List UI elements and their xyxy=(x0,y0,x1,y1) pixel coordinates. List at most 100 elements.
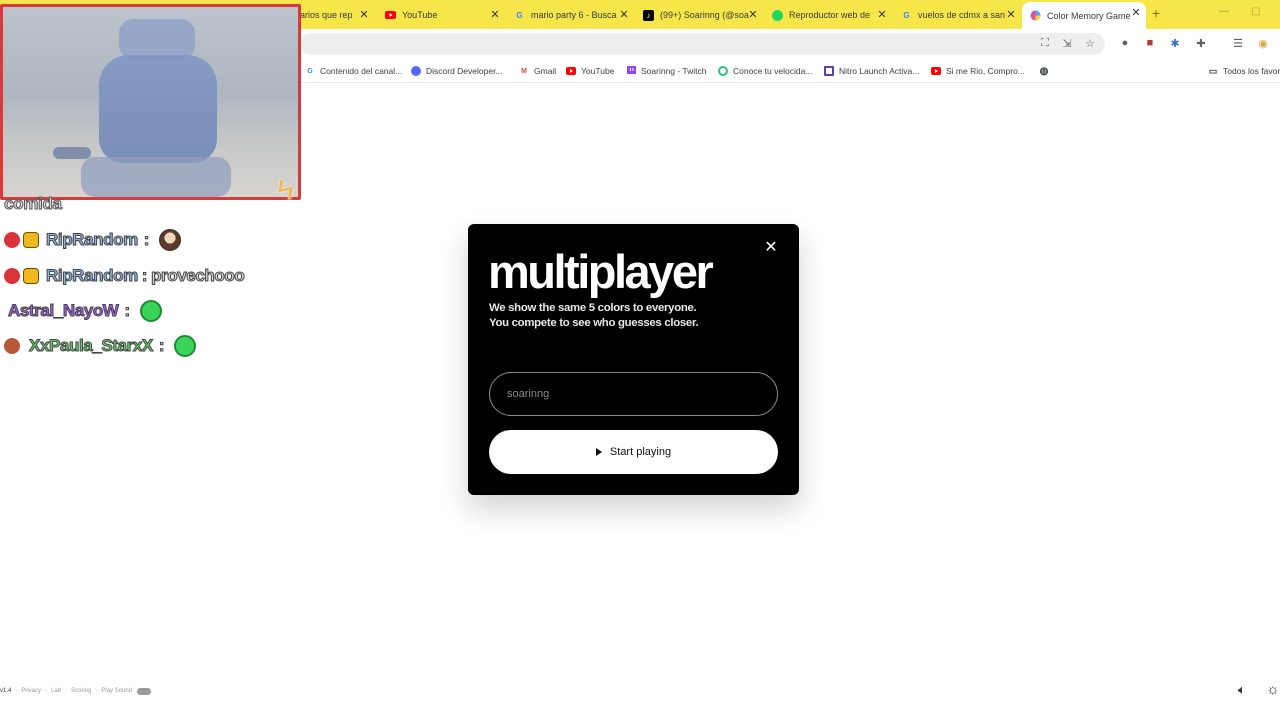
bookmark-label: Contenido del canal... xyxy=(320,66,403,76)
modal-description-line: We show the same 5 colors to everyone. xyxy=(489,302,697,314)
extension-pdf-icon[interactable]: ■ xyxy=(1143,37,1157,49)
bookmark-label: Nitro Launch Activa... xyxy=(839,66,920,76)
footer-link-lab[interactable]: Lab xyxy=(51,688,61,694)
chair-armrest xyxy=(53,147,91,159)
tab-2[interactable]: YouTube ✕ xyxy=(385,4,501,26)
google-icon: G xyxy=(307,67,313,75)
chat-separator: : xyxy=(124,301,131,321)
spotify-icon xyxy=(772,9,783,21)
tab-close-icon[interactable]: ✕ xyxy=(747,8,759,22)
extension-compass-icon[interactable]: ✱ xyxy=(1168,37,1182,50)
play-icon xyxy=(595,448,602,456)
bookmark-label: Conoce tu velocida... xyxy=(733,66,813,76)
tab-active[interactable]: Color Memory Game ✕ xyxy=(1022,2,1146,29)
all-bookmarks-label: Todos los favor xyxy=(1223,66,1280,76)
chat-message: XxPaula_StarxX : xyxy=(4,331,197,361)
bookmark-item[interactable]: Soarinng - Twitch xyxy=(626,64,707,78)
screen: arios que rep ✕ YouTube ✕ G mario party … xyxy=(0,0,1280,720)
tab-close-icon[interactable]: ✕ xyxy=(876,8,888,22)
footer-link-scoring[interactable]: Scoring xyxy=(71,688,91,694)
footer-separator: · xyxy=(45,688,48,694)
footer-separator: · xyxy=(65,688,68,694)
tab-close-icon[interactable]: ✕ xyxy=(618,8,630,22)
bookmark-item[interactable]: YouTube xyxy=(566,64,614,78)
bookmark-item[interactable]: Si me Rio, Compro... xyxy=(931,64,1025,78)
tab-1[interactable]: arios que rep ✕ xyxy=(300,4,370,26)
chat-message: RipRandom : provechooo xyxy=(4,261,246,291)
chair-backrest xyxy=(99,55,217,163)
install-app-icon[interactable]: ⇲ xyxy=(1060,37,1074,50)
twitch-icon xyxy=(626,66,636,76)
nitro-icon xyxy=(824,66,834,76)
modal-description-line: You compete to see who guesses closer. xyxy=(489,317,699,329)
youtube-icon xyxy=(385,10,396,21)
translate-icon[interactable]: ⛶ xyxy=(1038,37,1052,50)
close-icon[interactable]: ✕ xyxy=(764,240,778,256)
bookmark-item-globe[interactable]: ◍ xyxy=(1039,64,1054,78)
footer-link-privacy[interactable]: Privacy xyxy=(21,688,41,694)
bookmark-label: Si me Rio, Compro... xyxy=(946,66,1025,76)
chat-message-partial: comida xyxy=(4,194,63,214)
footer-separator: · xyxy=(15,688,18,694)
chat-separator: : xyxy=(141,266,148,286)
webcam-overlay xyxy=(0,4,301,200)
profile-avatar-icon[interactable]: ◉ xyxy=(1256,37,1270,50)
discord-icon xyxy=(411,66,421,76)
all-bookmarks-folder[interactable]: ▭ Todos los favor xyxy=(1208,64,1280,78)
bookmark-item[interactable]: Discord Developer... xyxy=(411,64,503,78)
google-icon: G xyxy=(903,10,910,20)
chair-headrest xyxy=(119,19,195,59)
start-playing-label: Start playing xyxy=(609,446,672,458)
minimize-icon[interactable]: — xyxy=(1219,6,1229,17)
bookmark-label: Discord Developer... xyxy=(426,66,503,76)
sun-icon[interactable]: ☼ xyxy=(1266,681,1280,698)
version-label: v1.4 xyxy=(0,688,12,694)
chat-message: Astral_NayoW : xyxy=(7,296,162,326)
sound-toggle[interactable] xyxy=(137,687,152,695)
footer-link-play-sound[interactable]: Play Sound xyxy=(101,688,132,694)
folder-icon: ▭ xyxy=(1208,65,1218,76)
tab-close-icon[interactable]: ✕ xyxy=(1130,6,1142,20)
tab-4[interactable]: ♪ (99+) Soarinng (@soa ✕ xyxy=(643,4,759,26)
green-blob-emote-icon xyxy=(174,335,197,357)
globe-icon: ◍ xyxy=(1039,65,1049,77)
cookie-badge-icon xyxy=(4,338,20,354)
chat-text: provechooo xyxy=(151,266,246,286)
bookmark-label: Gmail xyxy=(534,66,557,76)
crown-badge-icon xyxy=(23,268,39,284)
media-control-icon[interactable]: ☰ xyxy=(1231,37,1245,50)
bookmark-item[interactable]: M Gmail xyxy=(519,64,556,78)
chat-username: RipRandom xyxy=(46,230,139,250)
tomato-badge-icon xyxy=(4,232,20,248)
extensions-puzzle-icon[interactable]: ✚ xyxy=(1194,37,1208,50)
bookmark-item[interactable]: Conoce tu velocida... xyxy=(718,64,812,78)
multiplayer-modal: ✕ multiplayer We show the same 5 colors … xyxy=(468,224,799,495)
start-playing-button[interactable]: Start playing xyxy=(489,430,778,474)
player-name-input[interactable] xyxy=(489,372,778,416)
chat-separator: : xyxy=(143,230,150,250)
bookmark-item[interactable]: G Contenido del canal... xyxy=(305,64,402,78)
chat-username: Astral_NayoW xyxy=(7,301,119,321)
bookmark-star-icon[interactable]: ☆ xyxy=(1083,37,1097,50)
tab-title: Reproductor web de xyxy=(789,10,871,20)
tab-title: (99+) Soarinng (@soa xyxy=(660,10,749,20)
tab-3[interactable]: G mario party 6 - Busca ✕ xyxy=(514,4,630,26)
tab-close-icon[interactable]: ✕ xyxy=(489,8,501,22)
tab-close-icon[interactable]: ✕ xyxy=(1005,8,1017,22)
tab-title: vuelos de cdmx a san xyxy=(918,10,1006,20)
tab-6[interactable]: G vuelos de cdmx a san ✕ xyxy=(901,4,1017,26)
bookmark-label: YouTube xyxy=(581,66,615,76)
bookmark-label: Soarinng - Twitch xyxy=(641,66,707,76)
speaker-icon[interactable]: 🔈︎ xyxy=(1238,682,1246,698)
tab-close-icon[interactable]: ✕ xyxy=(358,8,370,22)
tab-5[interactable]: Reproductor web de ✕ xyxy=(772,4,888,26)
youtube-icon xyxy=(931,66,941,76)
avatar-emote-icon xyxy=(159,229,182,251)
modal-title: multiplayer xyxy=(488,245,714,298)
address-bar[interactable] xyxy=(300,33,1105,55)
bookmark-item[interactable]: Nitro Launch Activa... xyxy=(824,64,919,78)
restore-icon[interactable]: ▢ xyxy=(1251,6,1260,17)
new-tab-icon[interactable]: + xyxy=(1152,5,1160,21)
extension-record-icon[interactable]: ● xyxy=(1118,37,1132,49)
footer-separator: · xyxy=(95,688,98,694)
